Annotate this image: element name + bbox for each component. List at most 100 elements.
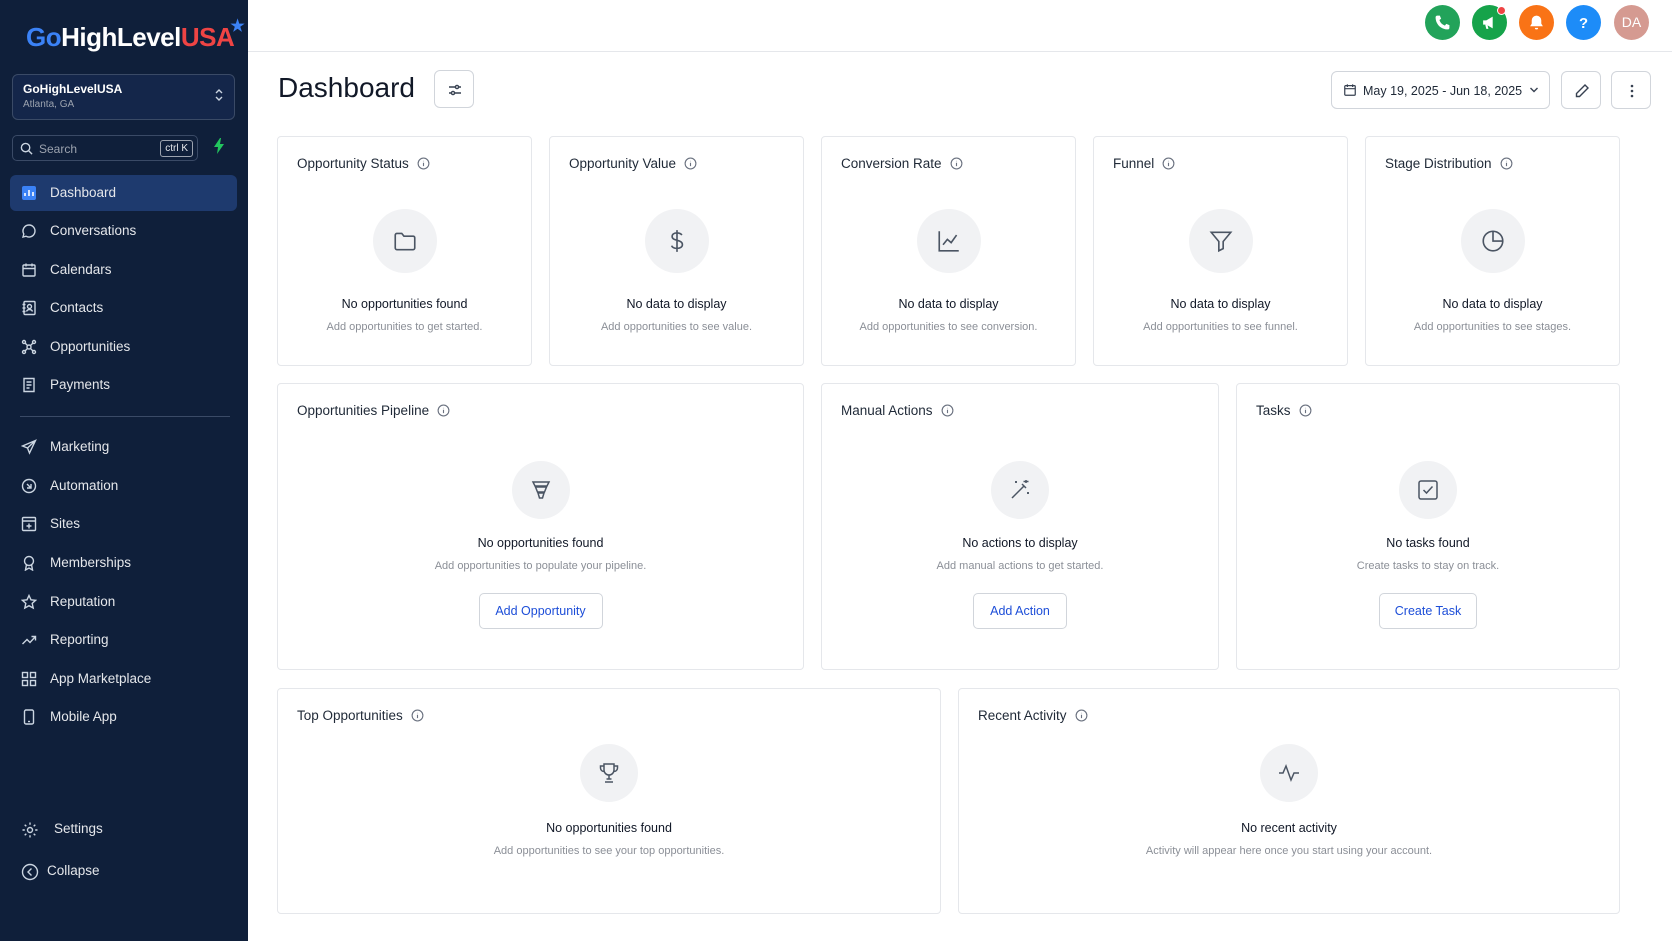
calendar-icon — [22, 263, 36, 277]
info-icon[interactable] — [1500, 157, 1513, 170]
brand-logo[interactable]: GoHighLevelUSA ★ — [26, 18, 245, 53]
sidebar-item-calendars[interactable]: Calendars — [10, 252, 237, 288]
edit-dashboard-button[interactable] — [1561, 71, 1601, 109]
card-funnel: Funnel No data to display Add opportunit… — [1093, 136, 1348, 366]
lightning-icon[interactable] — [213, 138, 225, 154]
sidebar-item-label: Conversations — [50, 223, 137, 238]
chat-bubble-icon — [22, 224, 36, 238]
folder-icon — [393, 232, 416, 251]
send-icon — [21, 439, 37, 455]
notifications-button[interactable] — [1519, 5, 1554, 40]
sidebar-item-sites[interactable]: Sites — [10, 506, 237, 542]
card-title: Stage Distribution — [1385, 156, 1492, 171]
more-options-button[interactable] — [1611, 71, 1651, 109]
sidebar-item-opportunities[interactable]: Opportunities — [10, 329, 237, 365]
dashboard-icon — [22, 186, 36, 200]
card-title: Funnel — [1113, 156, 1155, 171]
gear-icon — [22, 822, 38, 838]
logo-highlevel: HighLevel — [61, 22, 181, 52]
sidebar-item-settings[interactable]: Settings — [10, 811, 237, 847]
add-action-button[interactable]: Add Action — [973, 593, 1067, 629]
empty-state-hint: Add opportunities to see funnel. — [1143, 321, 1298, 333]
sidebar-item-label: Sites — [50, 516, 81, 531]
date-range-text: May 19, 2025 - Jun 18, 2025 — [1363, 84, 1523, 98]
announcements-button[interactable] — [1472, 5, 1507, 40]
sidebar-item-label: Dashboard — [50, 185, 117, 200]
search-placeholder: Search — [39, 142, 78, 156]
sidebar-item-label: Reputation — [50, 594, 116, 609]
user-avatar[interactable]: DA — [1614, 5, 1649, 40]
empty-state-hint: Add manual actions to get started. — [936, 560, 1104, 572]
trophy-icon — [599, 763, 619, 783]
sidebar-item-payments[interactable]: Payments — [10, 367, 237, 403]
empty-state-hint: Activity will appear here once you start… — [1145, 845, 1433, 857]
card-tasks: Tasks No tasks found Create tasks to sta… — [1236, 383, 1620, 670]
info-icon[interactable] — [684, 157, 697, 170]
sidebar-collapse-label: Collapse — [47, 863, 100, 878]
search-shortcut: ctrl K — [160, 140, 193, 157]
search-icon — [20, 142, 33, 155]
sidebar-item-label: Contacts — [50, 300, 104, 315]
empty-state-hint: Add opportunities to see conversion. — [859, 321, 1038, 333]
sites-icon — [21, 516, 37, 532]
empty-state-title: No actions to display — [962, 536, 1078, 550]
info-icon[interactable] — [941, 404, 954, 417]
info-icon[interactable] — [437, 404, 450, 417]
help-icon: ? — [1579, 16, 1588, 31]
card-title: Tasks — [1256, 403, 1291, 418]
more-vertical-icon — [1630, 84, 1634, 98]
sidebar-settings-label: Settings — [54, 821, 103, 836]
phone-button[interactable] — [1425, 5, 1460, 40]
card-manual-actions: Manual Actions No actions to display Add… — [821, 383, 1219, 670]
empty-state-title: No recent activity — [1241, 821, 1337, 835]
empty-state-icon-wrap — [580, 744, 638, 802]
info-icon[interactable] — [950, 157, 963, 170]
phone-icon — [1435, 15, 1450, 30]
sidebar-item-automation[interactable]: Automation — [10, 468, 237, 504]
logo-go: Go — [26, 22, 62, 52]
sidebar: GoHighLevelUSA ★ GoHighLevelUSA Atlanta,… — [0, 0, 248, 941]
checkbox-icon — [1418, 480, 1438, 500]
sidebar-item-mobile-app[interactable]: Mobile App — [10, 699, 237, 735]
chevron-up-down-icon — [215, 89, 223, 101]
info-icon[interactable] — [1299, 404, 1312, 417]
account-switcher[interactable]: GoHighLevelUSA Atlanta, GA — [12, 74, 235, 120]
create-task-button[interactable]: Create Task — [1379, 593, 1477, 629]
card-opportunity-value: Opportunity Value No data to display Add… — [549, 136, 804, 366]
empty-state-title: No opportunities found — [477, 536, 604, 550]
empty-state-hint: Add opportunities to see your top opport… — [493, 845, 725, 857]
date-range-picker[interactable]: May 19, 2025 - Jun 18, 2025 — [1331, 71, 1550, 109]
sidebar-item-label: Memberships — [50, 555, 132, 570]
info-icon[interactable] — [1075, 709, 1088, 722]
customize-dashboard-button[interactable] — [434, 70, 474, 108]
empty-state-icon-wrap — [916, 209, 981, 273]
add-opportunity-button[interactable]: Add Opportunity — [478, 593, 603, 629]
card-top-opportunities: Top Opportunities No opportunities found… — [277, 688, 941, 914]
account-location: Atlanta, GA — [23, 99, 75, 110]
card-title: Manual Actions — [841, 403, 933, 418]
sidebar-item-conversations[interactable]: Conversations — [10, 213, 237, 249]
info-icon[interactable] — [417, 157, 430, 170]
sidebar-item-app-marketplace[interactable]: App Marketplace — [10, 661, 237, 697]
sidebar-collapse-button[interactable]: Collapse — [10, 853, 237, 889]
sidebar-item-label: Payments — [50, 377, 111, 392]
sidebar-item-dashboard[interactable]: Dashboard — [10, 175, 237, 211]
sidebar-item-label: Calendars — [50, 262, 112, 277]
empty-state-icon-wrap — [1188, 209, 1253, 273]
account-name: GoHighLevelUSA — [23, 82, 123, 96]
info-icon[interactable] — [411, 709, 424, 722]
sidebar-item-marketing[interactable]: Marketing — [10, 429, 237, 465]
info-icon[interactable] — [1162, 157, 1175, 170]
card-title: Recent Activity — [978, 708, 1067, 723]
empty-state-title: No data to display — [1442, 297, 1543, 311]
help-button[interactable]: ? — [1566, 5, 1601, 40]
empty-state-title: No tasks found — [1386, 536, 1470, 550]
sidebar-item-reputation[interactable]: Reputation — [10, 584, 237, 620]
trend-up-icon — [22, 635, 37, 645]
sidebar-item-memberships[interactable]: Memberships — [10, 545, 237, 581]
magic-wand-icon — [1011, 480, 1029, 499]
sidebar-item-reporting[interactable]: Reporting — [10, 622, 237, 658]
search-input[interactable]: Search ctrl K — [12, 135, 198, 161]
funnel-icon — [1209, 231, 1232, 253]
sidebar-item-contacts[interactable]: Contacts — [10, 290, 237, 326]
